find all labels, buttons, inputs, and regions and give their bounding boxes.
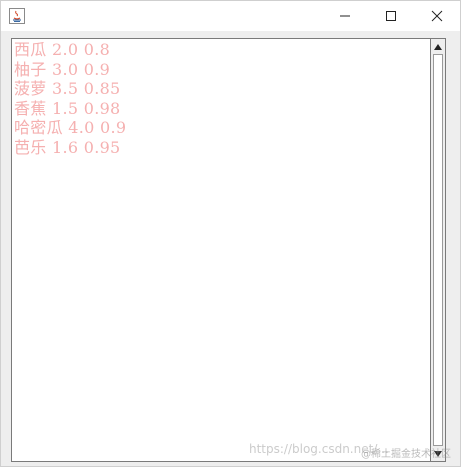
close-button[interactable] [414,1,460,31]
scroll-thumb[interactable] [433,54,443,446]
text-line: 菠萝 3.5 0.85 [14,79,121,98]
app-window: 西瓜 2.0 0.8 柚子 3.0 0.9 菠萝 3.5 0.85 香蕉 1.5… [0,0,461,467]
maximize-icon [386,11,396,21]
triangle-up-icon [434,43,442,50]
minimize-icon [340,15,350,17]
scroll-up-button[interactable] [431,39,445,54]
text-line: 柚子 3.0 0.9 [14,59,111,79]
text-line: 哈密瓜 4.0 0.9 [14,118,127,137]
text-line: 香蕉 1.5 0.98 [14,98,121,118]
text-line: 芭乐 1.6 0.95 [14,137,121,157]
text-line: 西瓜 2.0 0.8 [14,40,111,59]
vertical-scrollbar[interactable] [431,38,446,462]
text-area[interactable]: 西瓜 2.0 0.8 柚子 3.0 0.9 菠萝 3.5 0.85 香蕉 1.5… [11,38,431,462]
text-lines: 西瓜 2.0 0.8 柚子 3.0 0.9 菠萝 3.5 0.85 香蕉 1.5… [14,40,126,157]
java-app-icon [9,8,25,24]
watermark-badge: @稀土掘金技术社区 [361,449,451,460]
maximize-button[interactable] [368,1,414,31]
minimize-button[interactable] [322,1,368,31]
title-bar[interactable] [1,1,460,31]
close-icon [431,10,443,22]
